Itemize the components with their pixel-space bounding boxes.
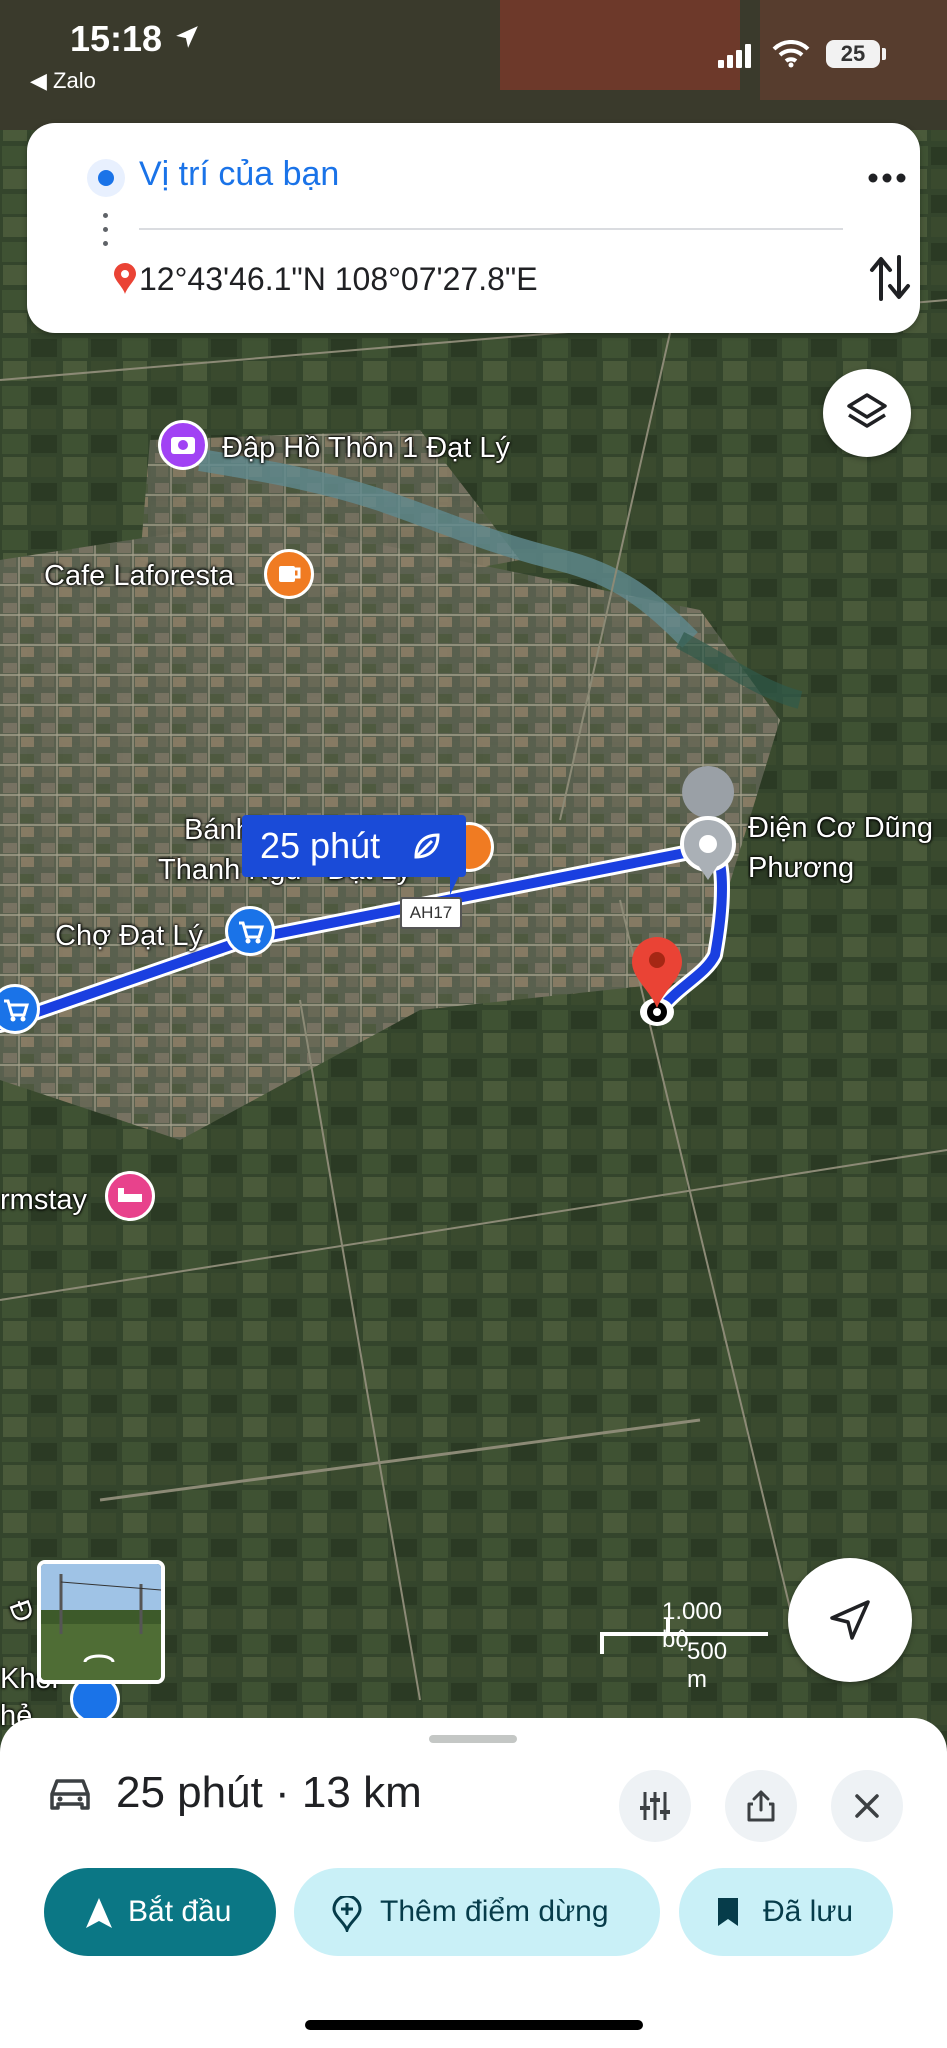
destination-field[interactable]: 12°43'46.1"N 108°07'27.8"E: [139, 261, 538, 298]
car-icon: [50, 1779, 90, 1810]
add-location-icon: [332, 1896, 362, 1932]
route-connector-dots: [103, 213, 109, 263]
eta-chip-label: 25 phút: [260, 825, 381, 866]
route-eta-chip[interactable]: 25 phút: [242, 815, 466, 895]
recenter-button[interactable]: [788, 1558, 912, 1682]
poi-label-cafe[interactable]: Cafe Laforesta: [44, 560, 234, 593]
scale-bar-mid-tick: [666, 1618, 670, 1636]
poi-label-dap-ho[interactable]: Đập Hồ Thôn 1 Đạt Lý: [222, 432, 510, 465]
saved-button[interactable]: Đã lưu: [679, 1868, 893, 1956]
battery-tip-icon: [882, 48, 886, 60]
camera-poi-icon[interactable]: [158, 420, 208, 470]
bookmark-icon: [718, 1898, 738, 1926]
wifi-icon: [772, 40, 810, 68]
close-button[interactable]: [831, 1770, 903, 1842]
add-stop-label: Thêm điểm dừng: [380, 1895, 609, 1928]
start-label: Bắt đầu: [128, 1895, 232, 1928]
route-options-button[interactable]: [619, 1770, 691, 1842]
route-summary: 25 phút · 13 km: [116, 1768, 422, 1817]
tune-sliders-icon: [640, 1792, 670, 1820]
poi-label-dien-co[interactable]: Điện Cơ Dũng: [748, 812, 933, 845]
saved-label: Đã lưu: [763, 1895, 854, 1928]
route-bottom-sheet: 25 phút · 13 km Bắt đầu Thêm điểm dừng Đ…: [0, 1718, 947, 2048]
more-horiz-icon: [868, 173, 906, 183]
battery-indicator: 25: [826, 40, 880, 68]
location-arrow-icon: [176, 26, 198, 48]
home-indicator[interactable]: [305, 2020, 643, 2030]
cellular-signal-icon: [718, 44, 751, 68]
more-options-button[interactable]: [867, 163, 907, 193]
layers-icon: [847, 393, 887, 428]
back-to-app-link[interactable]: ◀ Zalo: [30, 68, 96, 94]
poi-label-cho[interactable]: Chợ Đạt Lý: [55, 920, 203, 953]
directions-card: Vị trí của bạn 12°43'46.1"N 108°07'27.8"…: [27, 123, 920, 333]
scale-bar-left-tick: [600, 1632, 604, 1654]
status-bar: 15:18 ◀ Zalo 25: [0, 0, 947, 110]
share-button[interactable]: [725, 1770, 797, 1842]
poi-label-dien-co-line2[interactable]: Phương: [748, 852, 854, 885]
your-location-dot-icon: [87, 159, 125, 197]
highway-shield: AH17: [400, 897, 462, 929]
status-time: 15:18: [70, 18, 163, 59]
scale-bar: [600, 1632, 768, 1636]
navigation-arrow-icon: [86, 1898, 112, 1928]
close-icon: [855, 1794, 879, 1818]
hotel-poi-icon[interactable]: [105, 1171, 155, 1221]
destination-pin-icon: [114, 263, 136, 294]
swap-directions-button[interactable]: [869, 253, 911, 303]
origin-field[interactable]: Vị trí của bạn: [139, 155, 339, 194]
street-view-thumbnail[interactable]: [37, 1560, 165, 1684]
navigation-arrow-icon: [830, 1600, 870, 1640]
poi-label-farmstay[interactable]: rmstay: [0, 1184, 87, 1217]
start-navigation-button[interactable]: Bắt đầu: [44, 1868, 276, 1956]
sheet-drag-handle[interactable]: [429, 1735, 517, 1743]
cafe-poi-icon[interactable]: [264, 549, 314, 599]
scale-metric-label: 500 m: [687, 1638, 728, 1693]
shopping-cart-poi-icon[interactable]: [225, 906, 275, 956]
shopping-cart-poi-icon-left[interactable]: [0, 984, 40, 1034]
share-icon: [747, 1790, 775, 1822]
map-layers-button[interactable]: [823, 369, 911, 457]
divider: [139, 228, 843, 230]
eco-leaf-icon: [414, 833, 440, 859]
route-start-marker: [680, 766, 736, 880]
swap-vertical-icon: [870, 255, 910, 301]
add-stop-button[interactable]: Thêm điểm dừng: [294, 1868, 660, 1956]
